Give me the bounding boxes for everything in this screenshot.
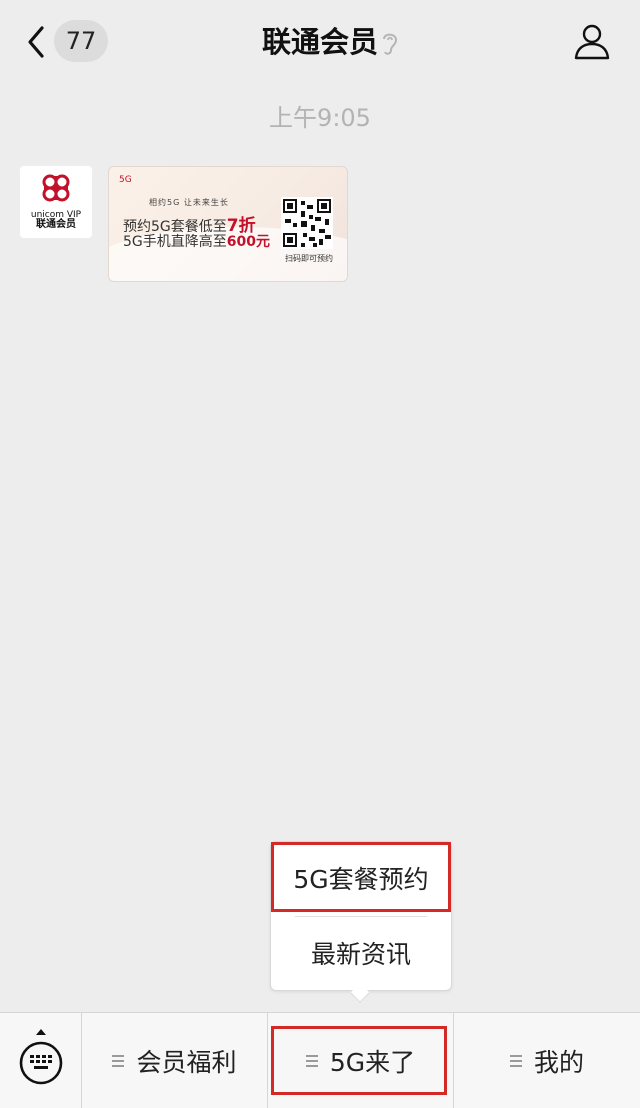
chat-title: 联通会员 bbox=[261, 25, 378, 59]
submenu-divider bbox=[295, 916, 427, 917]
avatar-brand-cn: 联通会员 bbox=[36, 219, 76, 230]
menu-button-mine[interactable]: 我的 bbox=[454, 1013, 640, 1108]
qr-caption: 扫码即可预约 bbox=[285, 254, 333, 263]
avatar[interactable]: unicom VIP 联通会员 bbox=[20, 166, 92, 238]
qr-code-icon bbox=[281, 197, 333, 249]
keyboard-toggle-button[interactable] bbox=[0, 1013, 82, 1108]
menu-lines-icon bbox=[112, 1055, 125, 1067]
keyboard-icon bbox=[19, 1029, 63, 1085]
ear-icon bbox=[383, 33, 398, 55]
promo-image-message[interactable]: 5G 相约5G 让未来生长 预约5G套餐低至7折 5G手机直降高至600元 扫码… bbox=[108, 166, 348, 282]
chat-header: 77 联通会员 bbox=[0, 0, 640, 84]
card-offer-line2: 5G手机直降高至600元 bbox=[123, 234, 270, 250]
message-timestamp: 上午9:05 bbox=[269, 104, 371, 132]
bottom-menu-bar: 会员福利 5G来了 我的 bbox=[0, 1012, 640, 1108]
submenu-item-5g-plan-booking[interactable]: 5G套餐预约 bbox=[271, 842, 451, 912]
profile-icon[interactable] bbox=[572, 22, 612, 62]
submenu-popup: 5G套餐预约 最新资讯 bbox=[270, 841, 452, 991]
menu-label: 会员福利 bbox=[136, 1048, 237, 1077]
card-tagline: 相约5G 让未来生长 bbox=[149, 198, 229, 207]
highlight-annotation-box bbox=[271, 1026, 447, 1095]
menu-button-member-benefits[interactable]: 会员福利 bbox=[82, 1013, 268, 1108]
card-5g-logo: 5G bbox=[119, 175, 132, 185]
submenu-item-latest-news[interactable]: 最新资讯 bbox=[271, 922, 451, 988]
menu-lines-icon bbox=[509, 1055, 522, 1067]
menu-label: 我的 bbox=[533, 1048, 584, 1077]
